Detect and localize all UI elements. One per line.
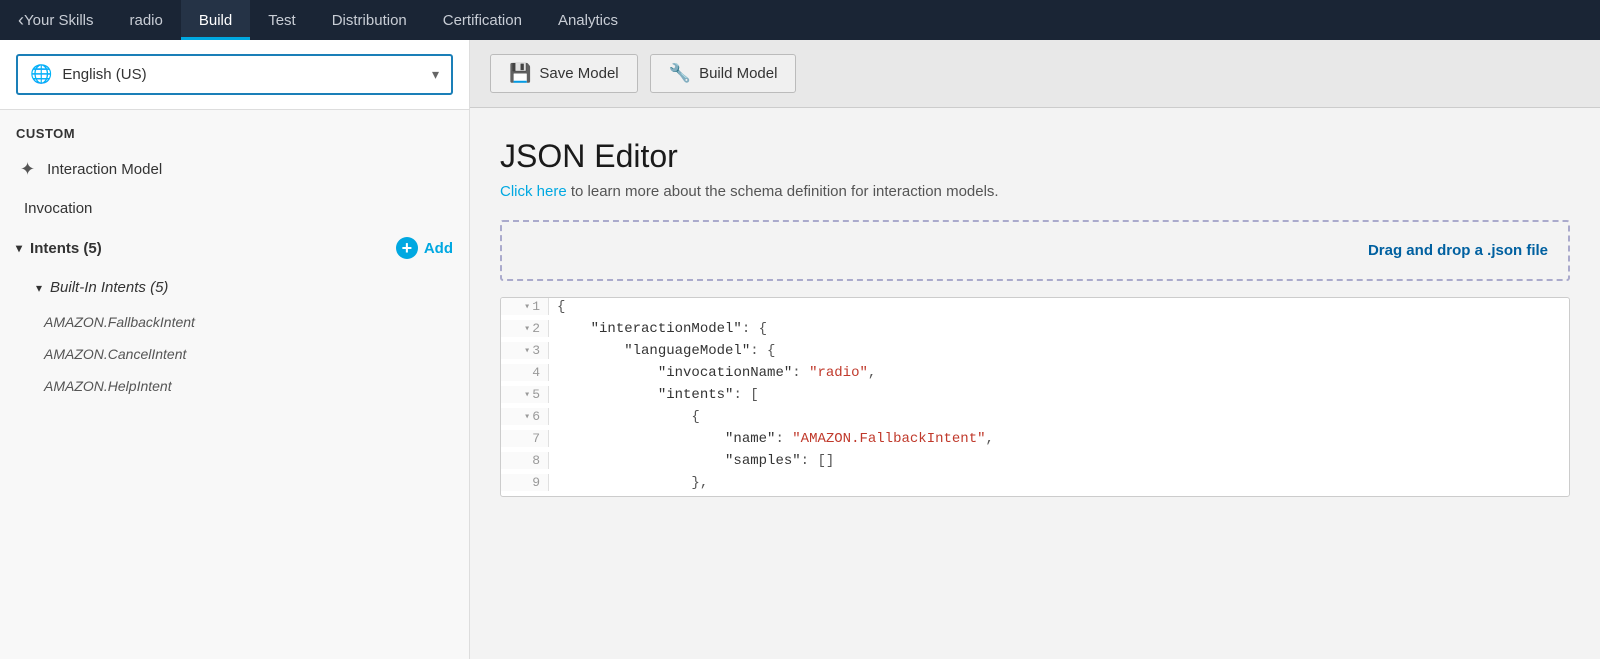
toolbar: 💾 Save Model 🔧 Build Model (470, 40, 1600, 108)
nav-item-analytics[interactable]: Analytics (540, 0, 636, 40)
editor-container: JSON Editor Click here to learn more abo… (470, 108, 1600, 659)
save-icon: 💾 (509, 63, 531, 84)
sidebar-item-built-in-intents[interactable]: ▾ Built-In Intents (5) (0, 269, 469, 306)
back-nav-item[interactable]: Your Skills (0, 0, 111, 40)
sidebar-item-invocation[interactable]: Invocation (0, 190, 469, 227)
sidebar-item-fallback-intent[interactable]: AMAZON.FallbackIntent (0, 306, 469, 338)
language-label: English (US) (62, 66, 432, 83)
top-nav: Your Skills radio Build Test Distributio… (0, 0, 1600, 40)
sidebar-item-help-intent[interactable]: AMAZON.HelpIntent (0, 370, 469, 402)
code-editor[interactable]: ▾ 1 { ▾ 2 "interactionModel": { (500, 297, 1570, 497)
custom-section-header: CUSTOM (0, 110, 469, 149)
build-model-button[interactable]: 🔧 Build Model (650, 54, 797, 93)
sidebar-item-intents[interactable]: ▾ Intents (5) + Add (0, 227, 469, 269)
save-model-button[interactable]: 💾 Save Model (490, 54, 638, 93)
built-in-label: Built-In Intents (5) (50, 279, 168, 296)
chevron-down-icon: ▾ (432, 66, 439, 83)
sidebar: 🌐 English (US) ▾ CUSTOM ✦ Interaction Mo… (0, 40, 470, 659)
nav-item-build[interactable]: Build (181, 0, 250, 40)
fold-arrow-3[interactable]: ▾ (524, 345, 530, 357)
code-line-6: ▾ 6 { (501, 408, 1569, 430)
language-selector-container: 🌐 English (US) ▾ (0, 40, 469, 110)
fold-arrow-2[interactable]: ▾ (524, 323, 530, 335)
language-dropdown[interactable]: 🌐 English (US) ▾ (16, 54, 453, 95)
nav-item-certification[interactable]: Certification (425, 0, 540, 40)
globe-icon: 🌐 (30, 64, 52, 85)
nav-item-distribution[interactable]: Distribution (314, 0, 425, 40)
chevron-down-intents-icon: ▾ (16, 241, 22, 255)
fold-arrow-5[interactable]: ▾ (524, 389, 530, 401)
back-label: Your Skills (24, 12, 93, 29)
editor-desc-text: to learn more about the schema definitio… (567, 183, 999, 200)
nav-item-test[interactable]: Test (250, 0, 314, 40)
plus-icon: + (396, 237, 418, 259)
add-intent-button[interactable]: + Add (396, 237, 453, 259)
sidebar-item-interaction-model[interactable]: ✦ Interaction Model (0, 149, 469, 190)
learn-more-link[interactable]: Click here (500, 183, 567, 200)
build-icon: 🔧 (669, 63, 691, 84)
add-label: Add (424, 240, 453, 257)
interaction-model-icon: ✦ (20, 159, 35, 180)
editor-description: Click here to learn more about the schem… (500, 183, 1570, 200)
interaction-model-label: Interaction Model (47, 161, 162, 178)
main-layout: 🌐 English (US) ▾ CUSTOM ✦ Interaction Mo… (0, 40, 1600, 659)
fold-arrow-6[interactable]: ▾ (524, 411, 530, 423)
code-line-5: ▾ 5 "intents": [ (501, 386, 1569, 408)
code-line-4: 4 "invocationName": "radio", (501, 364, 1569, 386)
intents-label: Intents (5) (30, 240, 102, 257)
fold-arrow-1[interactable]: ▾ (524, 301, 530, 313)
chevron-down-built-in-icon: ▾ (36, 281, 42, 295)
code-line-2: ▾ 2 "interactionModel": { (501, 320, 1569, 342)
save-model-label: Save Model (539, 65, 618, 82)
invocation-label: Invocation (24, 200, 92, 217)
code-line-9: 9 }, (501, 474, 1569, 496)
drop-zone-text: Drag and drop a .json file (1368, 242, 1548, 259)
sidebar-item-cancel-intent[interactable]: AMAZON.CancelIntent (0, 338, 469, 370)
code-line-8: 8 "samples": [] (501, 452, 1569, 474)
code-line-3: ▾ 3 "languageModel": { (501, 342, 1569, 364)
editor-title: JSON Editor (500, 138, 1570, 175)
content-area: 💾 Save Model 🔧 Build Model JSON Editor C… (470, 40, 1600, 659)
drop-zone[interactable]: Drag and drop a .json file (500, 220, 1570, 281)
code-line-1: ▾ 1 { (501, 298, 1569, 320)
build-model-label: Build Model (699, 65, 777, 82)
nav-item-radio[interactable]: radio (111, 0, 180, 40)
code-line-7: 7 "name": "AMAZON.FallbackIntent", (501, 430, 1569, 452)
